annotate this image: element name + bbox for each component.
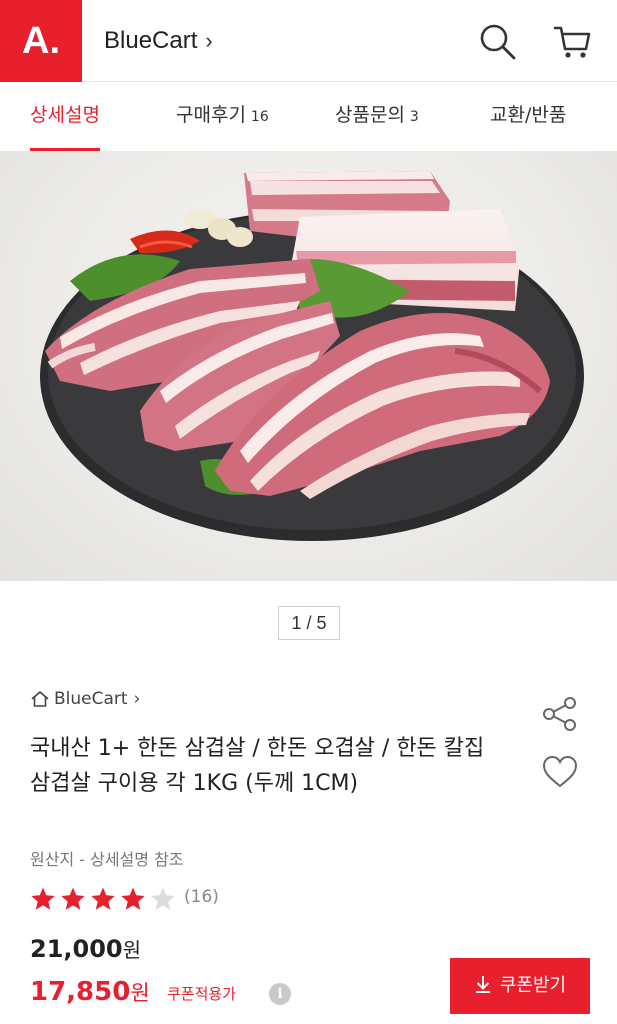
sale-price: 17,850원 xyxy=(30,973,150,1012)
tab-reviews[interactable]: 구매후기 16 xyxy=(176,83,269,151)
review-count: (16) xyxy=(184,887,219,907)
chevron-right-icon: › xyxy=(205,28,213,53)
coupon-price-label: 쿠폰적용가 xyxy=(167,985,237,1003)
currency: 원 xyxy=(130,981,150,1005)
star-full-icon xyxy=(91,887,115,910)
product-tabs: 상세설명 구매후기 16 상품문의 3 교환/반품 xyxy=(0,83,617,151)
share-button[interactable] xyxy=(540,694,580,734)
heart-icon xyxy=(542,755,578,788)
chevron-right-icon: › xyxy=(133,689,141,709)
original-price-value: 21,000 xyxy=(30,935,123,963)
store-name: BlueCart xyxy=(104,27,198,54)
star-full-icon xyxy=(61,887,85,910)
store-link[interactable]: BlueCart › xyxy=(104,24,213,58)
gallery-pager: 1 / 5 xyxy=(278,606,340,640)
get-coupon-button[interactable]: 쿠폰받기 xyxy=(450,958,590,1014)
sale-price-value: 17,850 xyxy=(30,977,131,1007)
star-empty-icon xyxy=(151,887,175,910)
tab-count: 16 xyxy=(250,109,269,125)
brand-link[interactable]: BlueCart › xyxy=(30,686,140,712)
star-full-icon xyxy=(121,887,145,910)
cart-icon xyxy=(553,26,591,58)
app-logo[interactable]: A. xyxy=(0,0,82,82)
search-icon xyxy=(480,24,516,60)
star-rating xyxy=(31,887,175,910)
tab-label: 교환/반품 xyxy=(490,104,567,126)
tab-label: 구매후기 xyxy=(176,104,246,126)
share-icon xyxy=(543,697,576,731)
product-origin: 원산지 - 상세설명 참조 xyxy=(30,850,184,869)
tab-inquiries[interactable]: 상품문의 3 xyxy=(335,83,419,151)
original-price: 21,000원 xyxy=(30,932,141,967)
download-icon xyxy=(475,976,490,993)
star-full-icon xyxy=(31,887,55,910)
wishlist-button[interactable] xyxy=(540,752,580,792)
brand-name: BlueCart xyxy=(54,689,128,709)
product-photo xyxy=(40,171,584,541)
coupon-button-label: 쿠폰받기 xyxy=(499,975,567,996)
product-image[interactable] xyxy=(0,151,617,581)
currency: 원 xyxy=(122,938,142,962)
search-button[interactable] xyxy=(475,20,519,64)
tab-exchange-return[interactable]: 교환/반품 xyxy=(490,83,566,151)
product-title: 국내산 1+ 한돈 삼겹살 / 한돈 오겹살 / 한돈 칼집 삼겹살 구이용 각… xyxy=(30,736,485,796)
tab-label: 상품문의 xyxy=(335,104,405,126)
tab-details[interactable]: 상세설명 xyxy=(30,83,100,151)
tab-count: 3 xyxy=(409,109,419,125)
info-icon[interactable]: i xyxy=(269,983,291,1005)
app-header: A. BlueCart › xyxy=(0,0,617,82)
tab-label: 상세설명 xyxy=(30,104,100,126)
home-icon xyxy=(31,691,49,707)
cart-button[interactable] xyxy=(550,20,594,64)
